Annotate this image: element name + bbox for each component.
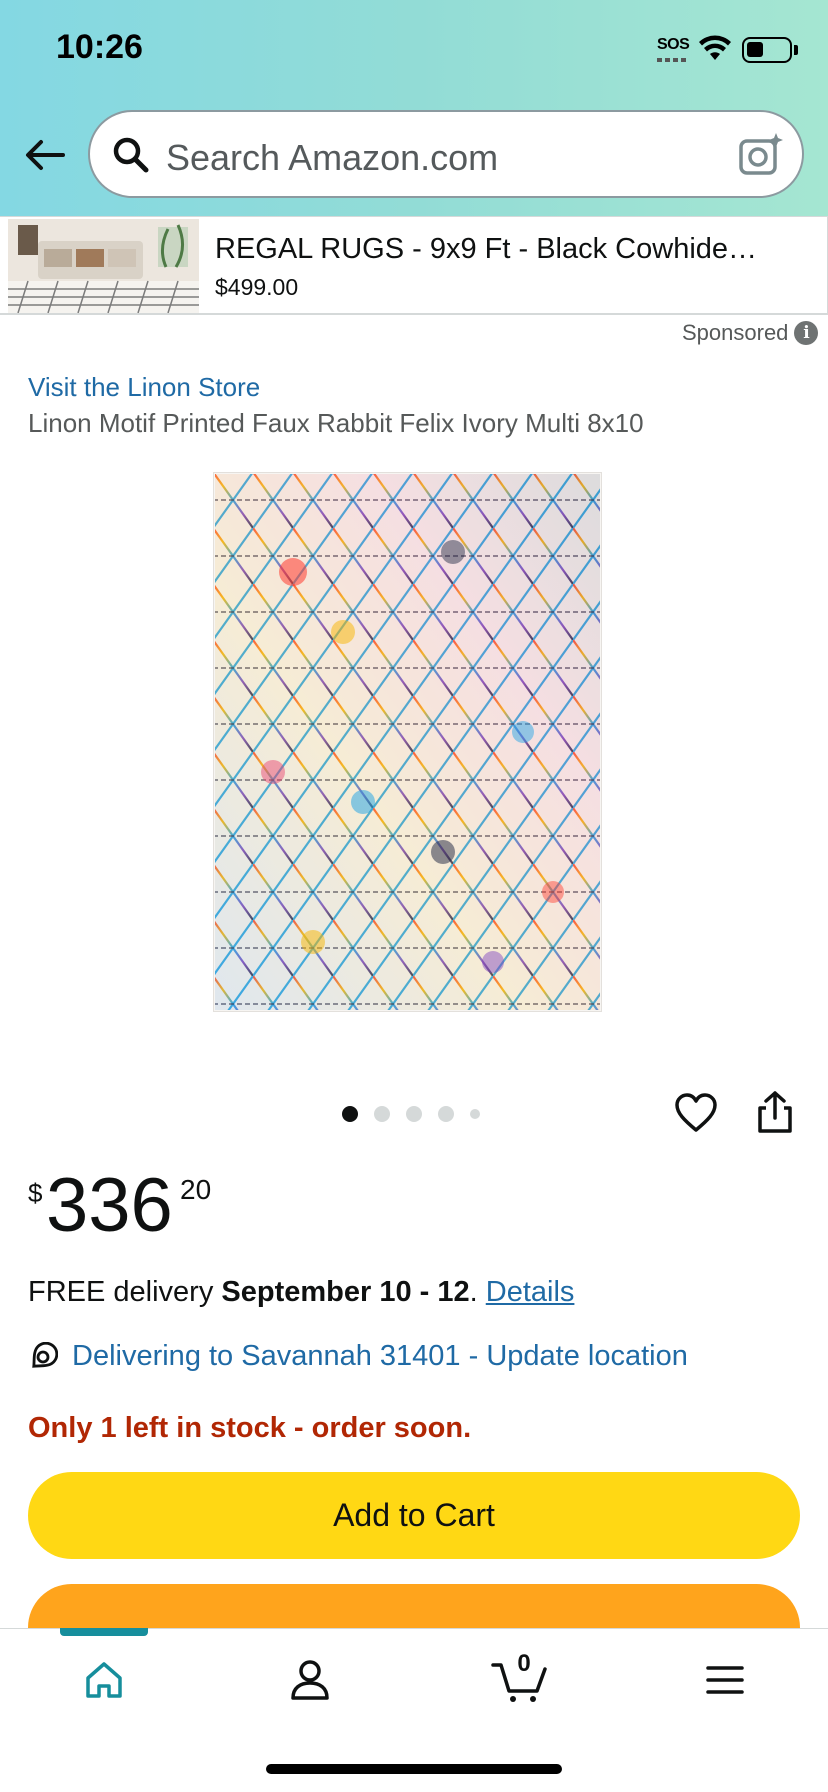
price-fraction: 20 [180, 1174, 212, 1205]
heart-icon[interactable] [674, 1092, 718, 1134]
back-arrow-icon [26, 140, 65, 170]
details-link[interactable]: Details [486, 1276, 575, 1308]
back-button[interactable] [22, 132, 68, 178]
sos-indicator: SOS [657, 36, 690, 53]
price-whole: 336 [46, 1163, 173, 1248]
home-icon [86, 1662, 122, 1698]
sponsored-ad[interactable]: REGAL RUGS - 9x9 Ft - Black Cowhide… $49… [0, 216, 828, 315]
battery-tip [794, 45, 798, 55]
price-symbol: $ [28, 1178, 43, 1208]
search-icon [113, 137, 149, 173]
stock-status: Only 1 left in stock - order soon. [28, 1412, 472, 1444]
location-pin-icon [32, 1341, 58, 1368]
camera-search-icon[interactable] [738, 132, 784, 178]
delivery-date: September 10 - 12 [221, 1276, 470, 1308]
battery-icon [742, 37, 792, 63]
ad-thumbnail [8, 219, 199, 313]
tab-account[interactable] [280, 1652, 340, 1708]
add-to-cart-button[interactable]: Add to Cart [28, 1472, 800, 1559]
product-title: Linon Motif Printed Faux Rabbit Felix Iv… [28, 408, 644, 438]
menu-icon [706, 1666, 744, 1694]
sponsored-label[interactable]: Sponsored i [682, 320, 819, 346]
account-icon [291, 1660, 329, 1700]
wifi-icon [699, 35, 731, 60]
carousel-dot[interactable] [342, 1106, 358, 1122]
share-icon[interactable] [756, 1090, 794, 1134]
carousel-dot[interactable] [406, 1106, 422, 1122]
carousel-dot[interactable] [470, 1109, 480, 1119]
ad-title[interactable]: REGAL RUGS - 9x9 Ft - Black Cowhide… [215, 233, 757, 266]
active-tab-indicator [60, 1628, 148, 1636]
ad-price: $499.00 [215, 274, 299, 300]
store-link[interactable]: Visit the Linon Store [28, 372, 260, 403]
info-icon[interactable]: i [794, 321, 819, 345]
delivery-info: FREE delivery September 10 - 12. Details [28, 1276, 574, 1309]
tab-menu[interactable] [695, 1652, 755, 1708]
carousel-dot[interactable] [374, 1106, 390, 1122]
cart-count-badge: 0 [517, 1650, 531, 1677]
search-bar[interactable]: Search Amazon.com [88, 110, 804, 198]
delivery-location[interactable]: Delivering to Savannah 31401 - Update lo… [28, 1340, 688, 1373]
delivery-prefix: FREE delivery [28, 1276, 222, 1308]
status-time: 10:26 [56, 28, 143, 66]
home-indicator [266, 1764, 562, 1774]
sponsored-text: Sponsored [682, 320, 789, 345]
header: 10:26 SOS Search Amazon.com [0, 0, 828, 216]
signal-dots [657, 58, 689, 62]
tab-home[interactable] [74, 1652, 134, 1708]
carousel-dot[interactable] [438, 1106, 454, 1122]
delivery-separator: . [469, 1276, 486, 1308]
product-image[interactable] [213, 472, 602, 1012]
image-carousel-dots[interactable] [342, 1106, 480, 1122]
location-link[interactable]: Delivering to Savannah 31401 - Update lo… [72, 1340, 688, 1373]
search-input[interactable]: Search Amazon.com [166, 137, 498, 179]
